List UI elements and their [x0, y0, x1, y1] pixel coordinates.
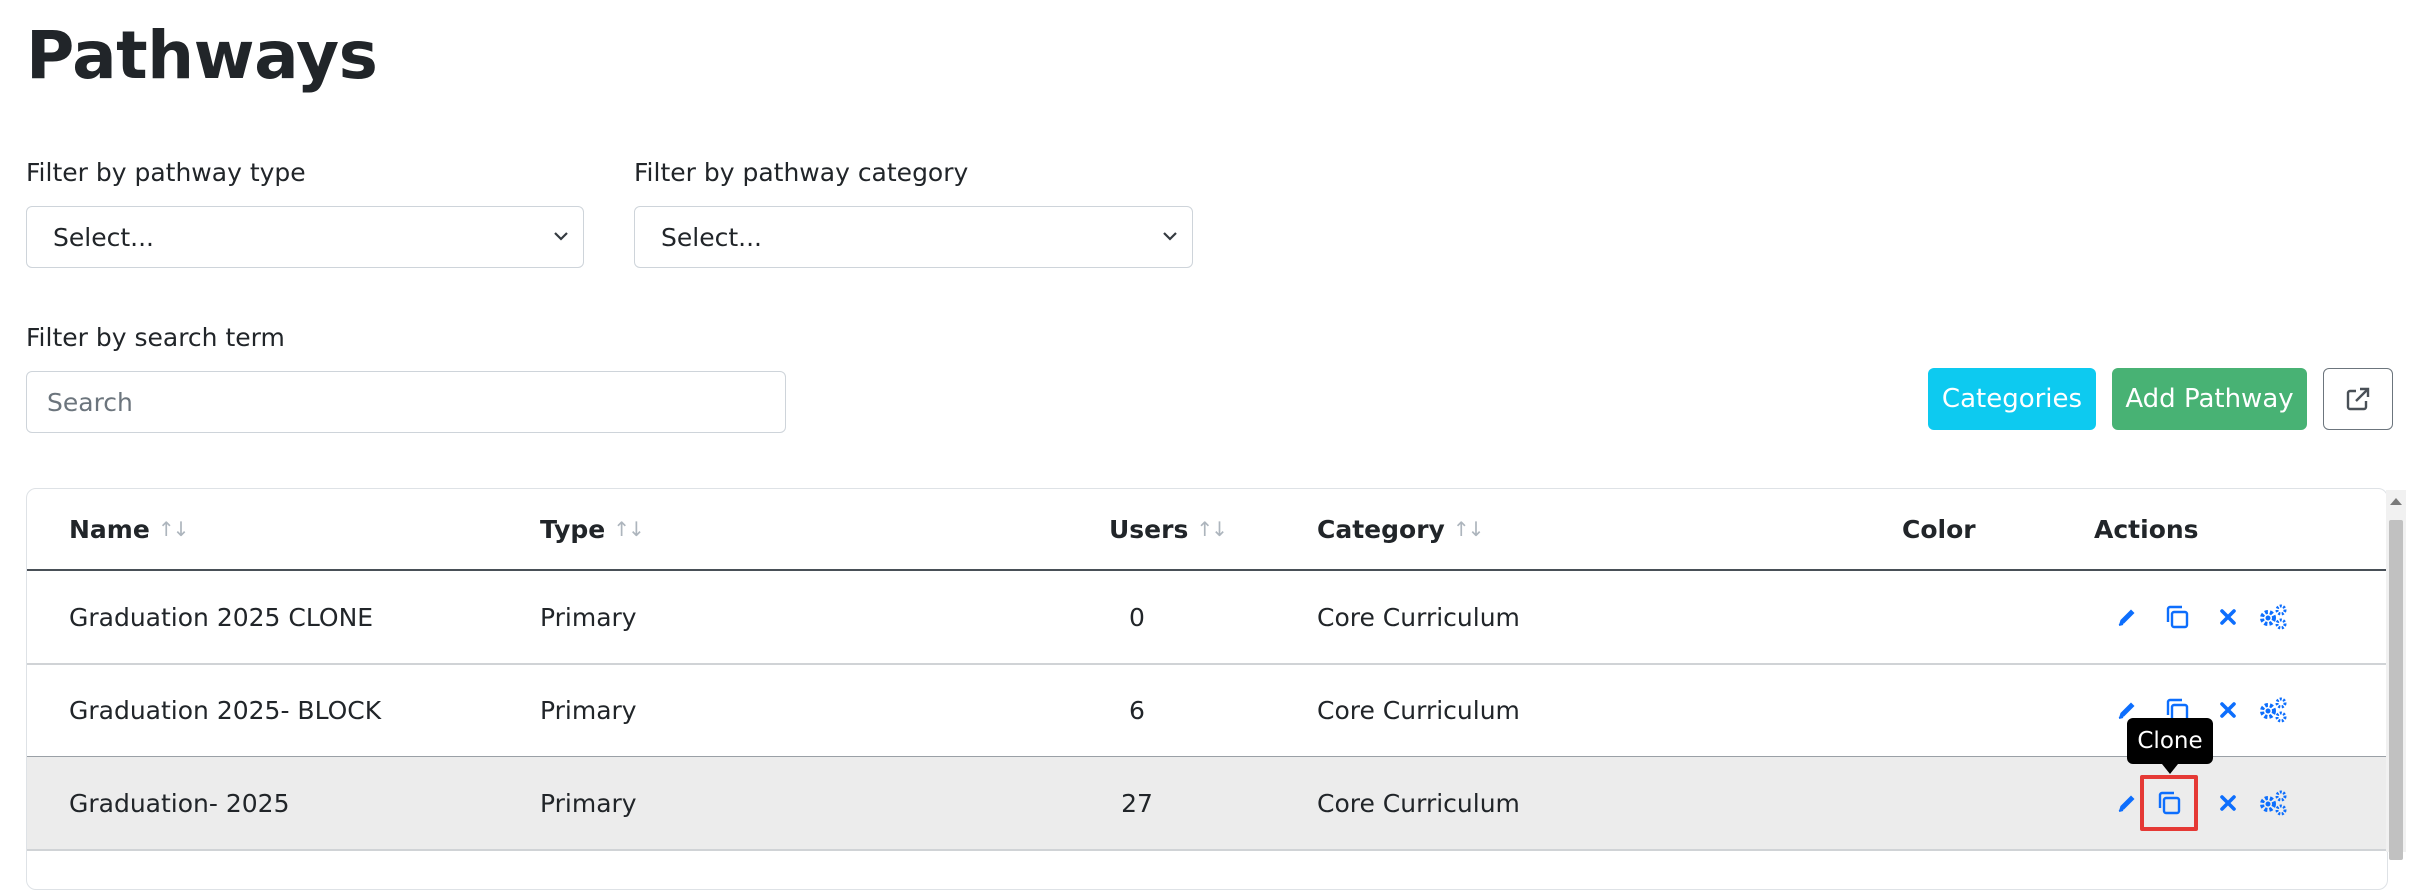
cell-users: 27 [1121, 788, 1153, 818]
settings-icon [2260, 604, 2287, 630]
cell-type: Primary [540, 695, 637, 725]
settings-icon [2260, 697, 2287, 723]
column-header-color: Color [1902, 514, 1976, 544]
column-header-name[interactable]: Name ↑↓ [69, 489, 189, 569]
pathway-type-value: Select... [53, 222, 154, 252]
filter-category-label: Filter by pathway category [634, 158, 969, 187]
settings-icon [2260, 790, 2287, 816]
cell-name: Graduation 2025 CLONE [69, 602, 374, 632]
search-input[interactable] [26, 371, 786, 433]
edit-icon [2118, 609, 2135, 626]
cell-users: 0 [1129, 602, 1145, 632]
settings-button[interactable] [2253, 757, 2293, 849]
scrollbar-thumb[interactable] [2389, 520, 2403, 860]
pathway-category-select[interactable]: Select... [634, 206, 1193, 268]
table-row: Graduation 2025 CLONE Primary 0 Core Cur… [27, 571, 2387, 663]
clone-button[interactable] [2155, 571, 2199, 663]
add-pathway-button[interactable]: Add Pathway [2112, 368, 2307, 430]
delete-button[interactable] [2210, 757, 2246, 849]
scroll-up-icon[interactable] [2390, 498, 2402, 505]
table-scrollbar[interactable] [2386, 490, 2406, 860]
edit-icon [2118, 795, 2135, 812]
sort-icon: ↑↓ [613, 517, 644, 541]
settings-button[interactable] [2253, 571, 2293, 663]
cell-users: 6 [1129, 695, 1145, 725]
settings-button[interactable] [2253, 664, 2293, 756]
clone-tooltip: Clone [2127, 718, 2213, 774]
cell-category: Core Curriculum [1317, 788, 1520, 818]
filter-type-label: Filter by pathway type [26, 158, 306, 187]
cell-category: Core Curriculum [1317, 602, 1520, 632]
clone-icon [2158, 791, 2181, 815]
edit-button[interactable] [2107, 571, 2147, 663]
column-header-actions: Actions [2094, 514, 2199, 544]
delete-icon [2220, 609, 2236, 625]
chevron-down-icon [554, 232, 568, 241]
delete-icon [2220, 702, 2236, 718]
delete-button[interactable] [2210, 664, 2246, 756]
column-header-category[interactable]: Category ↑↓ [1317, 489, 1484, 569]
external-link-button[interactable] [2323, 368, 2393, 430]
row-divider [27, 849, 2387, 851]
categories-button[interactable]: Categories [1928, 368, 2096, 430]
cell-name: Graduation 2025- BLOCK [69, 695, 382, 725]
sort-icon: ↑↓ [157, 517, 189, 541]
clone-icon [2166, 605, 2189, 629]
cell-type: Primary [540, 788, 637, 818]
pathway-category-value: Select... [661, 222, 762, 252]
sort-icon: ↑↓ [1452, 517, 1484, 541]
pathway-type-select[interactable]: Select... [26, 206, 584, 268]
table-row: Graduation 2025- BLOCK Primary 6 Core Cu… [27, 664, 2387, 756]
cell-category: Core Curriculum [1317, 695, 1520, 725]
column-header-users[interactable]: Users ↑↓ [1109, 489, 1228, 569]
table-row: Graduation- 2025 Primary 27 Core Curricu… [27, 757, 2387, 849]
page-title: Pathways [26, 17, 378, 94]
cell-name: Graduation- 2025 [69, 788, 290, 818]
cell-type: Primary [540, 602, 637, 632]
filter-search-label: Filter by search term [26, 323, 285, 352]
column-header-type[interactable]: Type ↑↓ [540, 489, 645, 569]
delete-icon [2220, 795, 2236, 811]
sort-icon: ↑↓ [1196, 517, 1227, 541]
chevron-down-icon [1163, 232, 1177, 241]
delete-button[interactable] [2210, 571, 2246, 663]
pathways-table: Name ↑↓ Type ↑↓ Users ↑↓ Category ↑↓ Color A… [26, 488, 2388, 890]
external-link-icon [2346, 387, 2370, 411]
